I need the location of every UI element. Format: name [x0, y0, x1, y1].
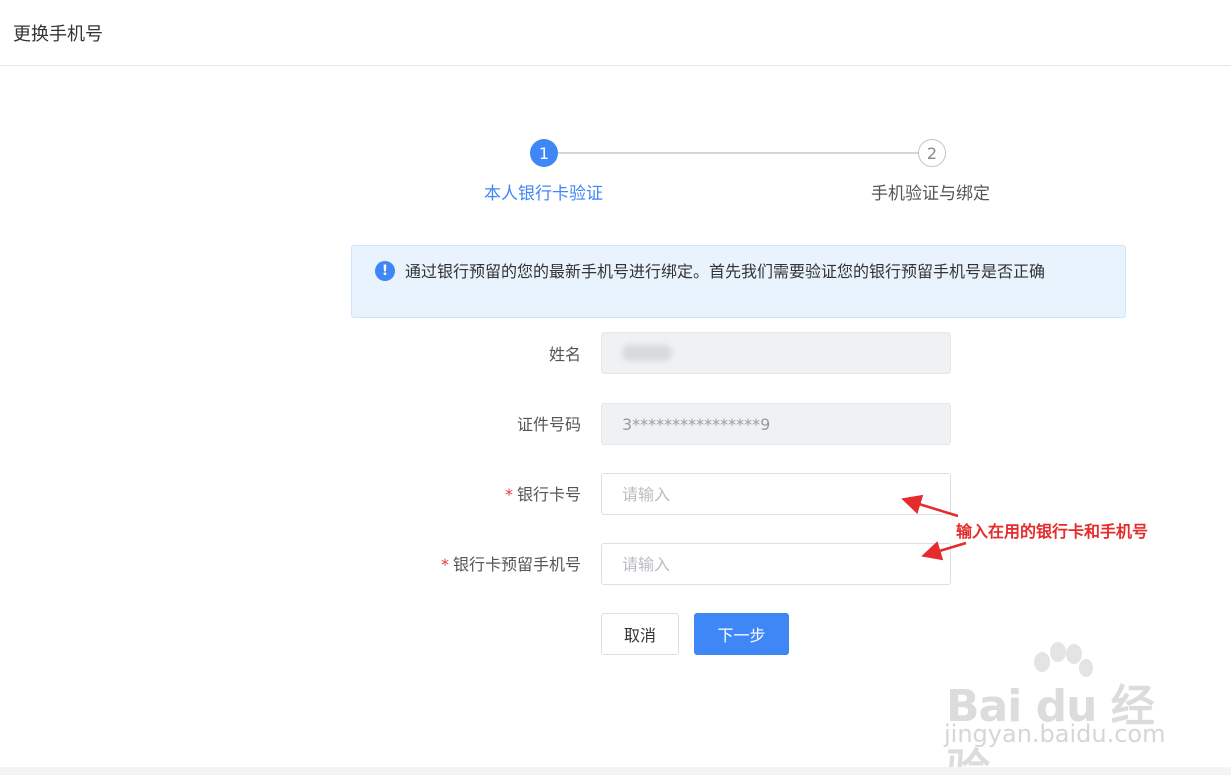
required-mark: *: [504, 485, 513, 504]
step-2-indicator: 2: [918, 139, 946, 167]
bank-phone-input[interactable]: [601, 543, 951, 585]
annotation-text: 输入在用的银行卡和手机号: [956, 522, 1149, 541]
page-header: 更换手机号: [0, 0, 1231, 66]
blurred-name-value: [622, 345, 672, 361]
footer-bar: [0, 767, 1231, 775]
id-number-label: 证件号码: [517, 411, 581, 435]
id-number-label-text: 证件号码: [516, 415, 581, 434]
step-connector: [558, 152, 919, 154]
notice-text: 通过银行预留的您的最新手机号进行绑定。首先我们需要验证您的银行预留手机号是否正确: [405, 262, 1046, 281]
name-label: 姓名: [549, 341, 581, 365]
cancel-button[interactable]: 取消: [601, 613, 679, 655]
bank-phone-label-text: 银行卡预留手机号: [452, 555, 581, 574]
page-title: 更换手机号: [13, 24, 103, 45]
name-field: [601, 332, 951, 374]
id-number-field: 3****************9: [601, 403, 951, 445]
watermark-url: jingyan.baidu.com: [944, 720, 1166, 748]
next-step-button[interactable]: 下一步: [694, 613, 789, 655]
bank-card-label: * 银行卡号: [505, 481, 581, 505]
required-mark: *: [440, 555, 449, 574]
step-1-label: 本人银行卡验证: [484, 184, 603, 204]
name-label-text: 姓名: [548, 345, 581, 364]
baidu-watermark: Bai du 经验 jingyan.baidu.com: [942, 640, 1172, 775]
info-icon: !: [375, 261, 395, 281]
info-notice: ! 通过银行预留的您的最新手机号进行绑定。首先我们需要验证您的银行预留手机号是否…: [351, 245, 1126, 318]
step-1-indicator: 1: [530, 139, 558, 167]
bank-phone-label: * 银行卡预留手机号: [441, 551, 581, 575]
bank-card-label-text: 银行卡号: [516, 485, 581, 504]
page: 更换手机号 1 2 本人银行卡验证 手机验证与绑定 ! 通过银行预留的您的最新手…: [0, 0, 1231, 775]
bank-card-input[interactable]: [601, 473, 951, 515]
step-2-label: 手机验证与绑定: [871, 184, 990, 204]
